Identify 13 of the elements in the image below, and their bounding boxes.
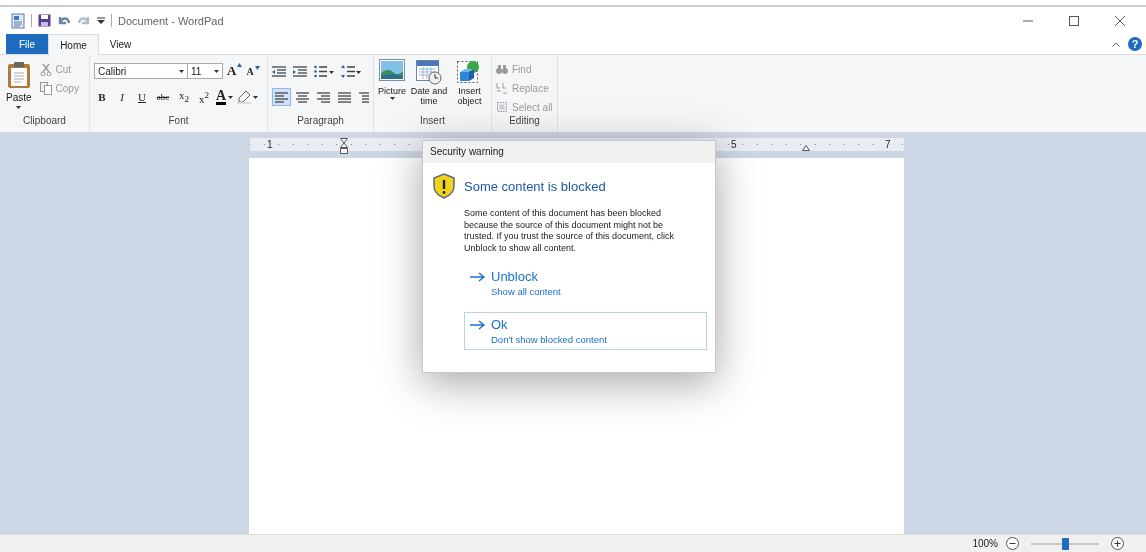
ruler-number: 7	[884, 138, 892, 151]
dialog-message: Some content of this document has been blocked because the source of this document might not be trusted. If you trust the source of this document, click Unblock to show all content.	[464, 208, 676, 254]
group-label: Editing	[508, 115, 541, 128]
group-label: Clipboard	[22, 115, 67, 128]
group-label: Paragraph	[296, 115, 345, 128]
window-title: Document - WordPad	[118, 14, 224, 27]
zoom-level: 100%	[972, 538, 998, 549]
dialog-title: Security warning	[423, 141, 715, 163]
ruler-number: 1	[266, 138, 274, 151]
group-label: Insert	[419, 115, 446, 128]
group-label: Font	[167, 115, 190, 128]
ruler-number: 5	[730, 138, 738, 151]
dialog-heading: Some content is blocked	[464, 178, 606, 194]
